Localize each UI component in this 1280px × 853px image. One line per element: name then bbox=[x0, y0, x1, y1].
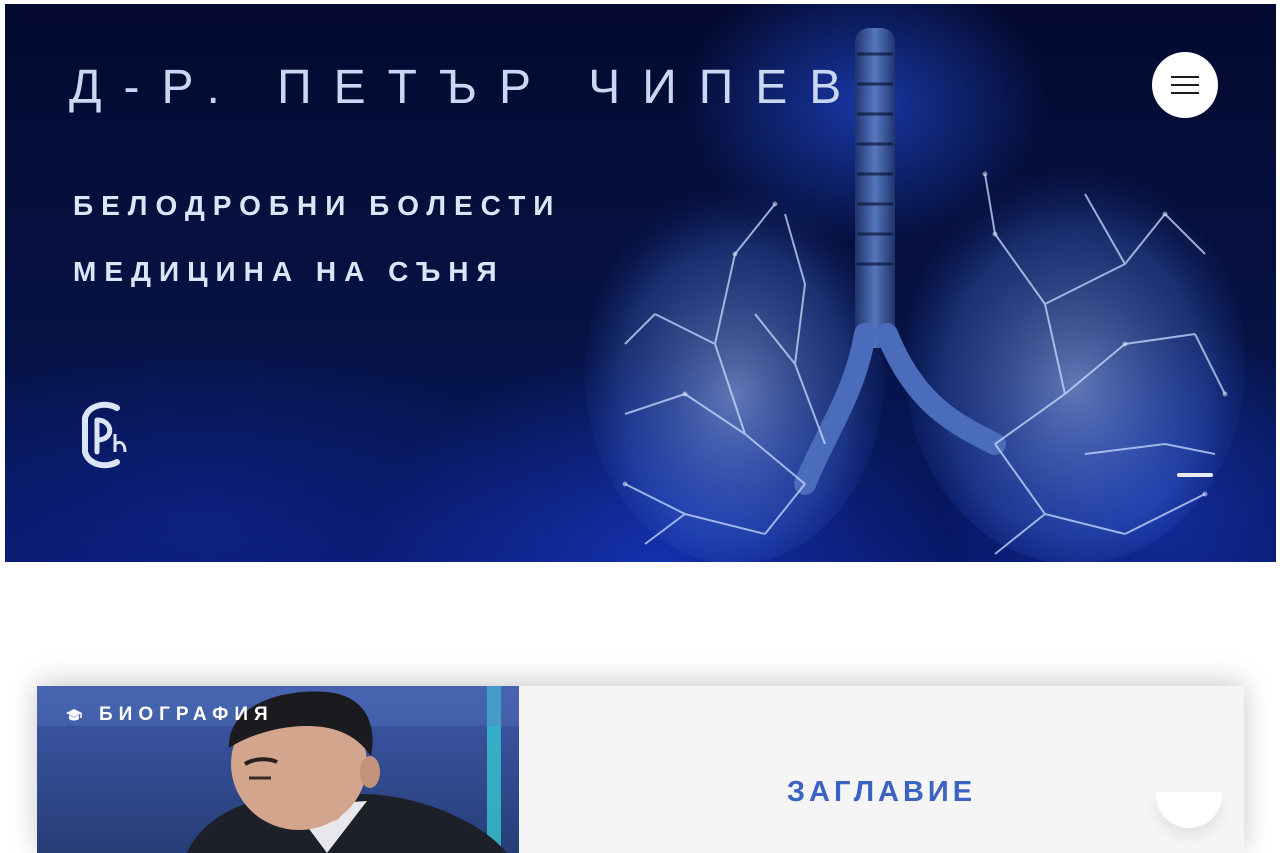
page-title: Д-Р. ПЕТЪР ЧИПЕВ bbox=[69, 61, 864, 114]
biography-card: БИОГРАФИЯ ЗАГЛАВИЕ bbox=[37, 686, 1244, 853]
section-heading: ЗАГЛАВИЕ bbox=[786, 776, 977, 808]
doctor-photo: БИОГРАФИЯ bbox=[37, 686, 519, 853]
specialty-sleep-medicine: МЕДИЦИНА НА СЪНЯ bbox=[73, 256, 505, 287]
brand-logo[interactable] bbox=[79, 400, 129, 470]
menu-button[interactable] bbox=[1152, 52, 1218, 118]
slide-indicator[interactable] bbox=[1177, 473, 1213, 477]
biography-label-text: БИОГРАФИЯ bbox=[99, 704, 274, 725]
hamburger-icon bbox=[1171, 76, 1199, 94]
graduation-cap-icon bbox=[66, 709, 82, 721]
biography-label[interactable]: БИОГРАФИЯ bbox=[65, 704, 274, 726]
hero-banner: Д-Р. ПЕТЪР ЧИПЕВ БЕЛОДРОБНИ БОЛЕСТИ МЕДИ… bbox=[5, 4, 1276, 562]
specialty-pulmonology: БЕЛОДРОБНИ БОЛЕСТИ bbox=[73, 190, 562, 221]
